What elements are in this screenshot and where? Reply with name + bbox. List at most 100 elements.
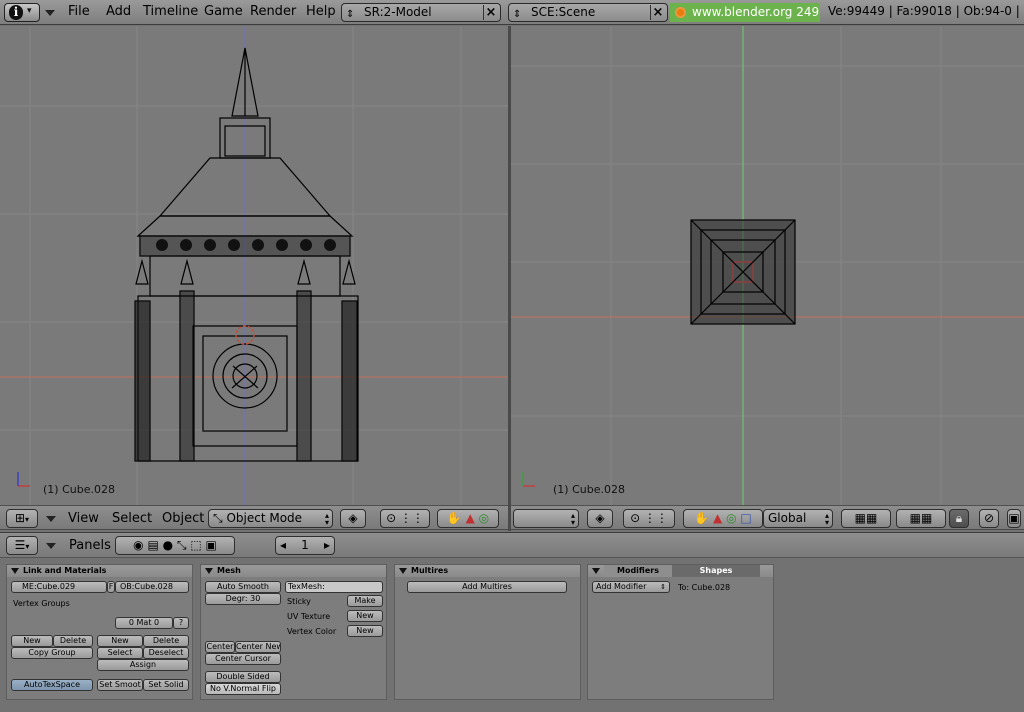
menu-file[interactable]: File — [68, 4, 90, 19]
center-cursor-button[interactable]: Center Cursor — [205, 653, 281, 665]
add-multires-button[interactable]: Add Multires — [407, 581, 567, 593]
decrement-icon[interactable]: ◂ — [280, 537, 286, 554]
set-smooth-button[interactable]: Set Smoot — [97, 679, 143, 691]
material-index-field[interactable]: 0 Mat 0 — [115, 617, 173, 629]
menu-game[interactable]: Game — [204, 4, 243, 19]
menu-view[interactable]: View — [68, 511, 99, 526]
panel-tabs: Modifiers Shapes — [588, 565, 773, 577]
collapse-menu-icon[interactable] — [46, 516, 56, 522]
degr-field[interactable]: Degr: 30 — [205, 593, 281, 605]
menu-select[interactable]: Select — [112, 511, 152, 526]
no-vnormal-flip-toggle[interactable]: No V.Normal Flip — [205, 683, 281, 695]
mesh-datablock-field[interactable]: ME:Cube.029 — [11, 581, 107, 593]
vgroup-new-button[interactable]: New — [11, 635, 53, 647]
menu-help[interactable]: Help — [306, 4, 336, 19]
material-new-button[interactable]: New — [97, 635, 143, 647]
modifier-target-label: To: Cube.028 — [678, 583, 731, 592]
tab-modifiers[interactable]: Modifiers — [604, 565, 672, 577]
panel-title[interactable]: Multires — [395, 565, 580, 577]
center-new-button[interactable]: Center New — [235, 641, 281, 653]
menu-timeline[interactable]: Timeline — [143, 4, 198, 19]
axis-gizmo — [17, 472, 30, 487]
menu-object[interactable]: Object — [162, 511, 204, 526]
vgroup-delete-button[interactable]: Delete — [53, 635, 93, 647]
draw-type-button[interactable]: ◈ — [587, 509, 613, 528]
tab-shapes[interactable]: Shapes — [672, 565, 760, 577]
scene-stats: Ve:99449 | Fa:99018 | Ob:94-0 | — [828, 4, 1020, 18]
screen-selector[interactable]: ⇕ SR:2-Model × — [341, 3, 501, 22]
double-sided-toggle[interactable]: Double Sided — [205, 671, 281, 683]
material-help-button[interactable]: ? — [173, 617, 189, 629]
copy-group-button[interactable]: Copy Group — [11, 647, 93, 659]
texmesh-field[interactable]: TexMesh: — [285, 581, 383, 593]
buttons-header: ☰▾ Panels ◉ ▤ ● ⤡ ⬚ ▣ ◂ 1 ▸ — [0, 532, 1024, 558]
panel-mesh: Mesh Auto Smooth Degr: 30 TexMesh: Stick… — [200, 564, 387, 700]
menu-render[interactable]: Render — [250, 4, 296, 19]
up-down-icon: ▴ ▾ — [824, 511, 829, 527]
close-icon[interactable]: × — [483, 5, 498, 20]
object-name-field[interactable]: OB:Cube.028 — [115, 581, 189, 593]
orientation-selector[interactable]: Global ▴ ▾ — [763, 509, 833, 528]
panels-label: Panels — [69, 538, 111, 553]
lock-icon[interactable]: 🔒︎ — [949, 509, 969, 528]
render-icon[interactable]: ⊘ — [979, 509, 999, 528]
logic-icon: ◉ — [133, 538, 144, 552]
close-icon[interactable]: × — [650, 5, 665, 20]
material-select-button[interactable]: Select — [97, 647, 143, 659]
mode-selector[interactable]: ⤡ Object Mode ▴ ▾ — [208, 509, 333, 528]
increment-icon[interactable]: ▸ — [324, 537, 330, 554]
editing-icon: ⬚ — [190, 538, 202, 552]
window-type-button[interactable]: ☰▾ — [6, 536, 38, 555]
window-type-button[interactable]: ⊞▾ — [6, 509, 38, 528]
menu-add[interactable]: Add — [106, 4, 131, 19]
layer-buttons[interactable]: ⊙ ⋮⋮ — [623, 509, 675, 528]
top-view-canvas — [511, 26, 1024, 506]
layer-buttons[interactable]: ⊙ ⋮⋮ — [380, 509, 430, 528]
scale-icon: □ — [740, 511, 752, 525]
top-header: i ▾ File Add Timeline Game Render Help ⇕… — [0, 0, 1024, 25]
blender-url-banner[interactable]: www.blender.org 249.2 — [670, 3, 820, 22]
viewport-front[interactable]: (1) Cube.028 — [0, 26, 508, 506]
collapse-menu-icon[interactable] — [45, 10, 55, 16]
set-solid-button[interactable]: Set Solid — [143, 679, 189, 691]
panel-multires: Multires Add Multires — [394, 564, 581, 700]
scene-selector[interactable]: ⇕ SCE:Scene × — [508, 3, 668, 22]
add-modifier-menu[interactable]: Add Modifier ⇕ — [592, 581, 670, 593]
collapse-icon — [11, 568, 19, 574]
layers-grid-b[interactable]: ▦▦ — [896, 509, 946, 528]
script-icon: ▤ — [147, 538, 159, 552]
center-button[interactable]: Center — [205, 641, 235, 653]
up-down-icon: ⇕ — [513, 9, 522, 20]
material-delete-button[interactable]: Delete — [143, 635, 189, 647]
axis-gizmo — [522, 472, 535, 487]
frame-field[interactable]: ◂ 1 ▸ — [275, 536, 335, 555]
object-name-label: (1) Cube.028 — [43, 483, 115, 496]
material-assign-button[interactable]: Assign — [97, 659, 189, 671]
camera-icon[interactable]: ▣ — [1007, 509, 1021, 528]
info-window-type-button[interactable]: i ▾ — [4, 3, 40, 22]
rotate-icon: ◎ — [478, 511, 490, 525]
view3d-header-left: ⊞▾ View Select Object ⤡ Object Mode ▴ ▾ ◈… — [0, 505, 508, 530]
vertex-color-new-button[interactable]: New — [347, 625, 383, 637]
manipulator-buttons[interactable]: ✋ ▲ ◎ — [437, 509, 499, 528]
viewport-top[interactable]: (1) Cube.028 — [511, 26, 1024, 506]
object-name-label: (1) Cube.028 — [553, 483, 625, 496]
auto-smooth-toggle[interactable]: Auto Smooth — [205, 581, 281, 593]
autotexspace-toggle[interactable]: AutoTexSpace — [11, 679, 93, 691]
uv-texture-new-button[interactable]: New — [347, 610, 383, 622]
collapse-menu-icon[interactable] — [46, 543, 56, 549]
tower-dense-details — [135, 236, 357, 461]
draw-type-button[interactable]: ◈ — [340, 509, 366, 528]
fake-user-button[interactable]: F — [107, 581, 115, 593]
chevron-down-icon: ▾ — [27, 6, 32, 16]
manipulator-buttons[interactable]: ✋ ▲ ◎ □ — [683, 509, 763, 528]
panel-title[interactable]: Mesh — [201, 565, 386, 577]
up-down-icon: ⇕ — [346, 9, 355, 20]
material-deselect-button[interactable]: Deselect — [143, 647, 189, 659]
sticky-make-button[interactable]: Make — [347, 595, 383, 607]
layers-grid-a[interactable]: ▦▦ — [841, 509, 891, 528]
translate-icon: ▲ — [465, 511, 475, 525]
context-buttons[interactable]: ◉ ▤ ● ⤡ ⬚ ▣ — [115, 536, 235, 555]
panel-title[interactable]: Link and Materials — [7, 565, 192, 577]
menu-selector[interactable]: ▴ ▾ — [513, 509, 579, 528]
